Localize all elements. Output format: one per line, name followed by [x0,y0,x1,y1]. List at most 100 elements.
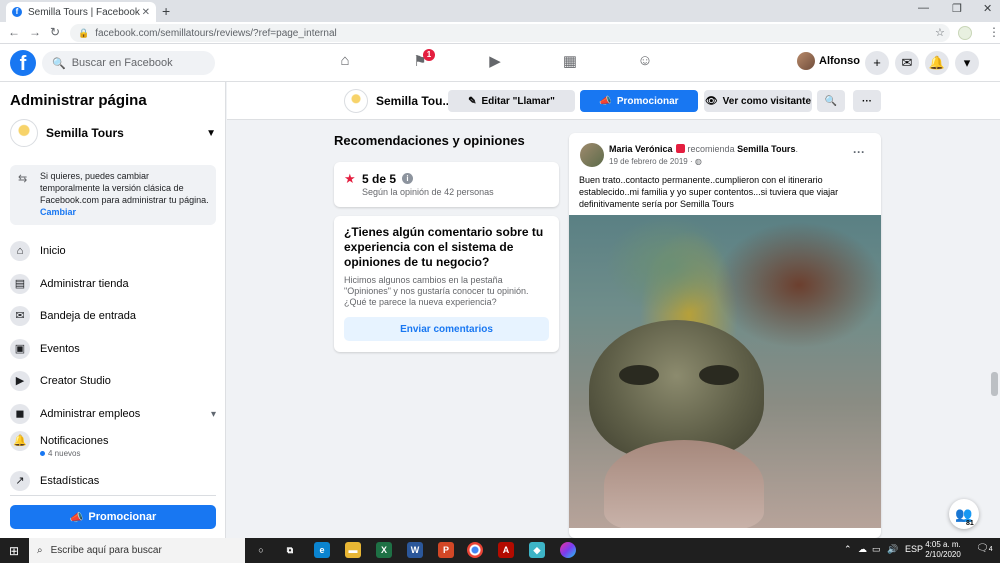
excel-icon[interactable]: X [376,542,392,558]
switch-link[interactable]: Cambiar [40,206,210,218]
page-more-button[interactable]: ··· [853,90,881,112]
task-view-icon[interactable]: ⧉ [282,542,298,558]
promote-page-button[interactable]: 📣 Promocionar [580,90,698,112]
send-feedback-button[interactable]: Enviar comentarios [344,317,549,341]
volume-icon[interactable]: 🔊 [887,544,898,555]
url-field[interactable]: 🔒 facebook.com/semillatours/reviews/?ref… [70,24,950,42]
chrome-icon[interactable] [467,542,483,558]
rating-subtext: Según la opinión de 42 personas [362,187,494,197]
sidebar-item-label: Notificaciones [40,435,109,447]
notifications-bell-icon[interactable]: 🔔 [925,51,949,75]
home-nav-icon[interactable]: ⌂ [332,52,358,74]
sidebar-item-empleos[interactable]: ◼ Administrar empleos ▾ [10,402,216,426]
watch-video-icon[interactable]: ▶ [482,52,508,74]
taskbar-search-input[interactable]: ⌕ Escribe aquí para buscar [29,538,245,563]
edge-browser-icon[interactable]: e [314,542,330,558]
feedback-text: Hicimos algunos cambios en la pestaña "O… [344,275,529,307]
bookmark-star-icon[interactable]: ☆ [935,26,945,39]
chart-icon: ↗ [10,471,30,491]
close-window-icon[interactable]: ✕ [983,2,992,15]
post-options-icon[interactable]: ··· [853,145,865,159]
info-icon[interactable]: i [402,173,413,184]
contacts-chat-button[interactable]: 👥 81 [949,499,979,529]
extension-icon[interactable] [958,26,972,40]
page-search-button[interactable]: 🔍 [817,90,845,112]
switch-arrows-icon: ⇆ [18,173,28,185]
turtle-eye-right [699,365,739,385]
facebook-search-input[interactable]: 🔍 Buscar en Facebook [42,51,215,75]
cortana-icon[interactable]: ○ [253,542,269,558]
recommend-icon [675,144,685,153]
paint-app-icon[interactable] [560,542,576,558]
post-date[interactable]: 19 de febrero de 2019 · [609,157,693,166]
sidebar-item-creator-studio[interactable]: ▶ Creator Studio [10,369,216,393]
avatar[interactable] [580,143,604,167]
facebook-logo-icon[interactable]: f [10,50,36,76]
rating-summary-card: ★ 5 de 5 i Según la opinión de 42 person… [334,162,559,207]
sidebar-item-estadisticas[interactable]: ↗ Estadísticas [10,469,216,493]
word-icon[interactable]: W [407,542,423,558]
sidebar-item-inicio[interactable]: ⌂ Inicio [10,239,216,263]
rating-star-icon: ★ [344,171,356,186]
avatar [797,52,815,70]
acrobat-icon[interactable]: A [498,542,514,558]
account-menu-chevron-icon[interactable]: ▾ [955,51,979,75]
edit-call-button[interactable]: ✎ Editar "Llamar" [448,90,575,112]
search-icon: 🔍 [52,57,66,70]
reload-icon[interactable]: ↻ [50,25,60,39]
action-center-icon[interactable]: 🗨4 [976,543,993,554]
view-as-visitor-button[interactable]: 👁 Ver como visitante [704,90,812,112]
browser-menu-icon[interactable]: ⋮ [988,25,1000,39]
post-photo[interactable] [569,215,881,528]
user-name: Alfonso [819,55,860,67]
sidebar-item-label: Bandeja de entrada [40,310,137,322]
notice-text: Si quieres, puedes cambiar temporalmente… [40,171,209,205]
app-icon[interactable]: ◆ [529,542,545,558]
sidebar-item-tienda[interactable]: ▤ Administrar tienda [10,272,216,296]
system-clock[interactable]: 4:05 a. m. 2/10/2020 [921,540,965,560]
maximize-icon[interactable]: ❐ [952,2,962,15]
megaphone-icon: 📣 [599,95,612,107]
network-icon[interactable]: ▭ [872,544,881,555]
caret-down-icon: ▼ [206,127,216,139]
messenger-icon[interactable]: ✉ [895,51,919,75]
forward-icon[interactable]: → [29,25,41,39]
cloud-icon[interactable]: ☁ [858,544,867,555]
sidebar-item-eventos[interactable]: ▣ Eventos [10,337,216,361]
post-page-link[interactable]: Semilla Tours [737,144,795,154]
chevron-down-icon[interactable]: ▾ [211,409,216,420]
post-author[interactable]: Maria Verónica [609,144,673,154]
create-plus-icon[interactable]: + [865,51,889,75]
briefcase-icon: ◼ [10,404,30,424]
browser-tab[interactable]: f Semilla Tours | Facebook ✕ [6,2,156,22]
page-name: Semilla Tours [46,126,124,140]
minimize-icon[interactable]: — [918,2,929,14]
sea-turtle-head [589,320,764,460]
page-selector[interactable]: Semilla Tours ▼ [10,118,216,148]
profile-chip[interactable]: Alfonso [797,52,860,70]
more-dots-icon: ··· [862,95,872,107]
url-text: facebook.com/semillatours/reviews/?ref=p… [95,27,337,39]
groups-icon[interactable]: ☺ [632,52,658,74]
tray-chevron-icon[interactable]: ⌃ [844,544,852,555]
manage-page-sidebar: Administrar página Semilla Tours ▼ ⇆ Si … [0,82,226,538]
windows-start-icon[interactable]: ⊞ [9,544,19,558]
new-tab-icon[interactable]: + [162,3,170,19]
page-name[interactable]: Semilla Tou... [376,94,452,108]
page-scrollbar-thumb[interactable] [991,372,998,396]
page-logo-icon[interactable] [344,89,368,113]
turtle-eye-left [619,365,659,385]
back-icon[interactable]: ← [8,25,20,39]
pages-notification-badge: 1 [423,49,435,61]
post-header: Maria Verónica recomienda Semilla Tours. [609,144,798,154]
close-tab-icon[interactable]: ✕ [142,7,150,18]
page-scrollbar-track[interactable] [990,120,1000,538]
lock-icon: 🔒 [78,27,90,38]
sidebar-item-bandeja[interactable]: ✉ Bandeja de entrada [10,304,216,328]
file-explorer-icon[interactable]: ▬ [345,542,361,558]
marketplace-icon[interactable]: ▦ [557,52,583,74]
powerpoint-icon[interactable]: P [438,542,454,558]
post-date-row: 19 de febrero de 2019 · ◍ [609,157,702,166]
promote-button[interactable]: 📣 Promocionar [10,505,216,529]
divider [10,495,216,496]
